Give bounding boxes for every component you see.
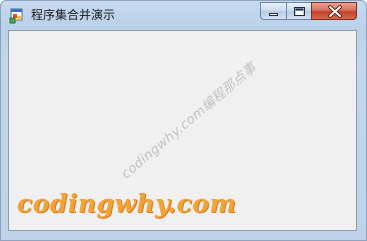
close-icon <box>328 5 342 18</box>
minimize-button[interactable] <box>260 2 286 20</box>
brand-watermark: codingwhy.com <box>17 189 237 218</box>
title-bar[interactable]: 程序集合并演示 <box>1 1 366 29</box>
watermark-text: codingwhy.com编程那点事 <box>119 59 261 182</box>
maximize-icon <box>294 7 305 16</box>
form-client-area[interactable]: codingwhy.com编程那点事 codingwhy.com <box>8 30 357 231</box>
application-window: 程序集合并演示 codingwhy.com编程那点事 codingwhy.com <box>0 0 367 241</box>
window-title: 程序集合并演示 <box>31 8 116 22</box>
app-window-icon[interactable] <box>9 8 25 24</box>
maximize-button[interactable] <box>286 2 311 20</box>
close-button[interactable] <box>311 2 357 20</box>
minimize-icon <box>269 13 278 16</box>
